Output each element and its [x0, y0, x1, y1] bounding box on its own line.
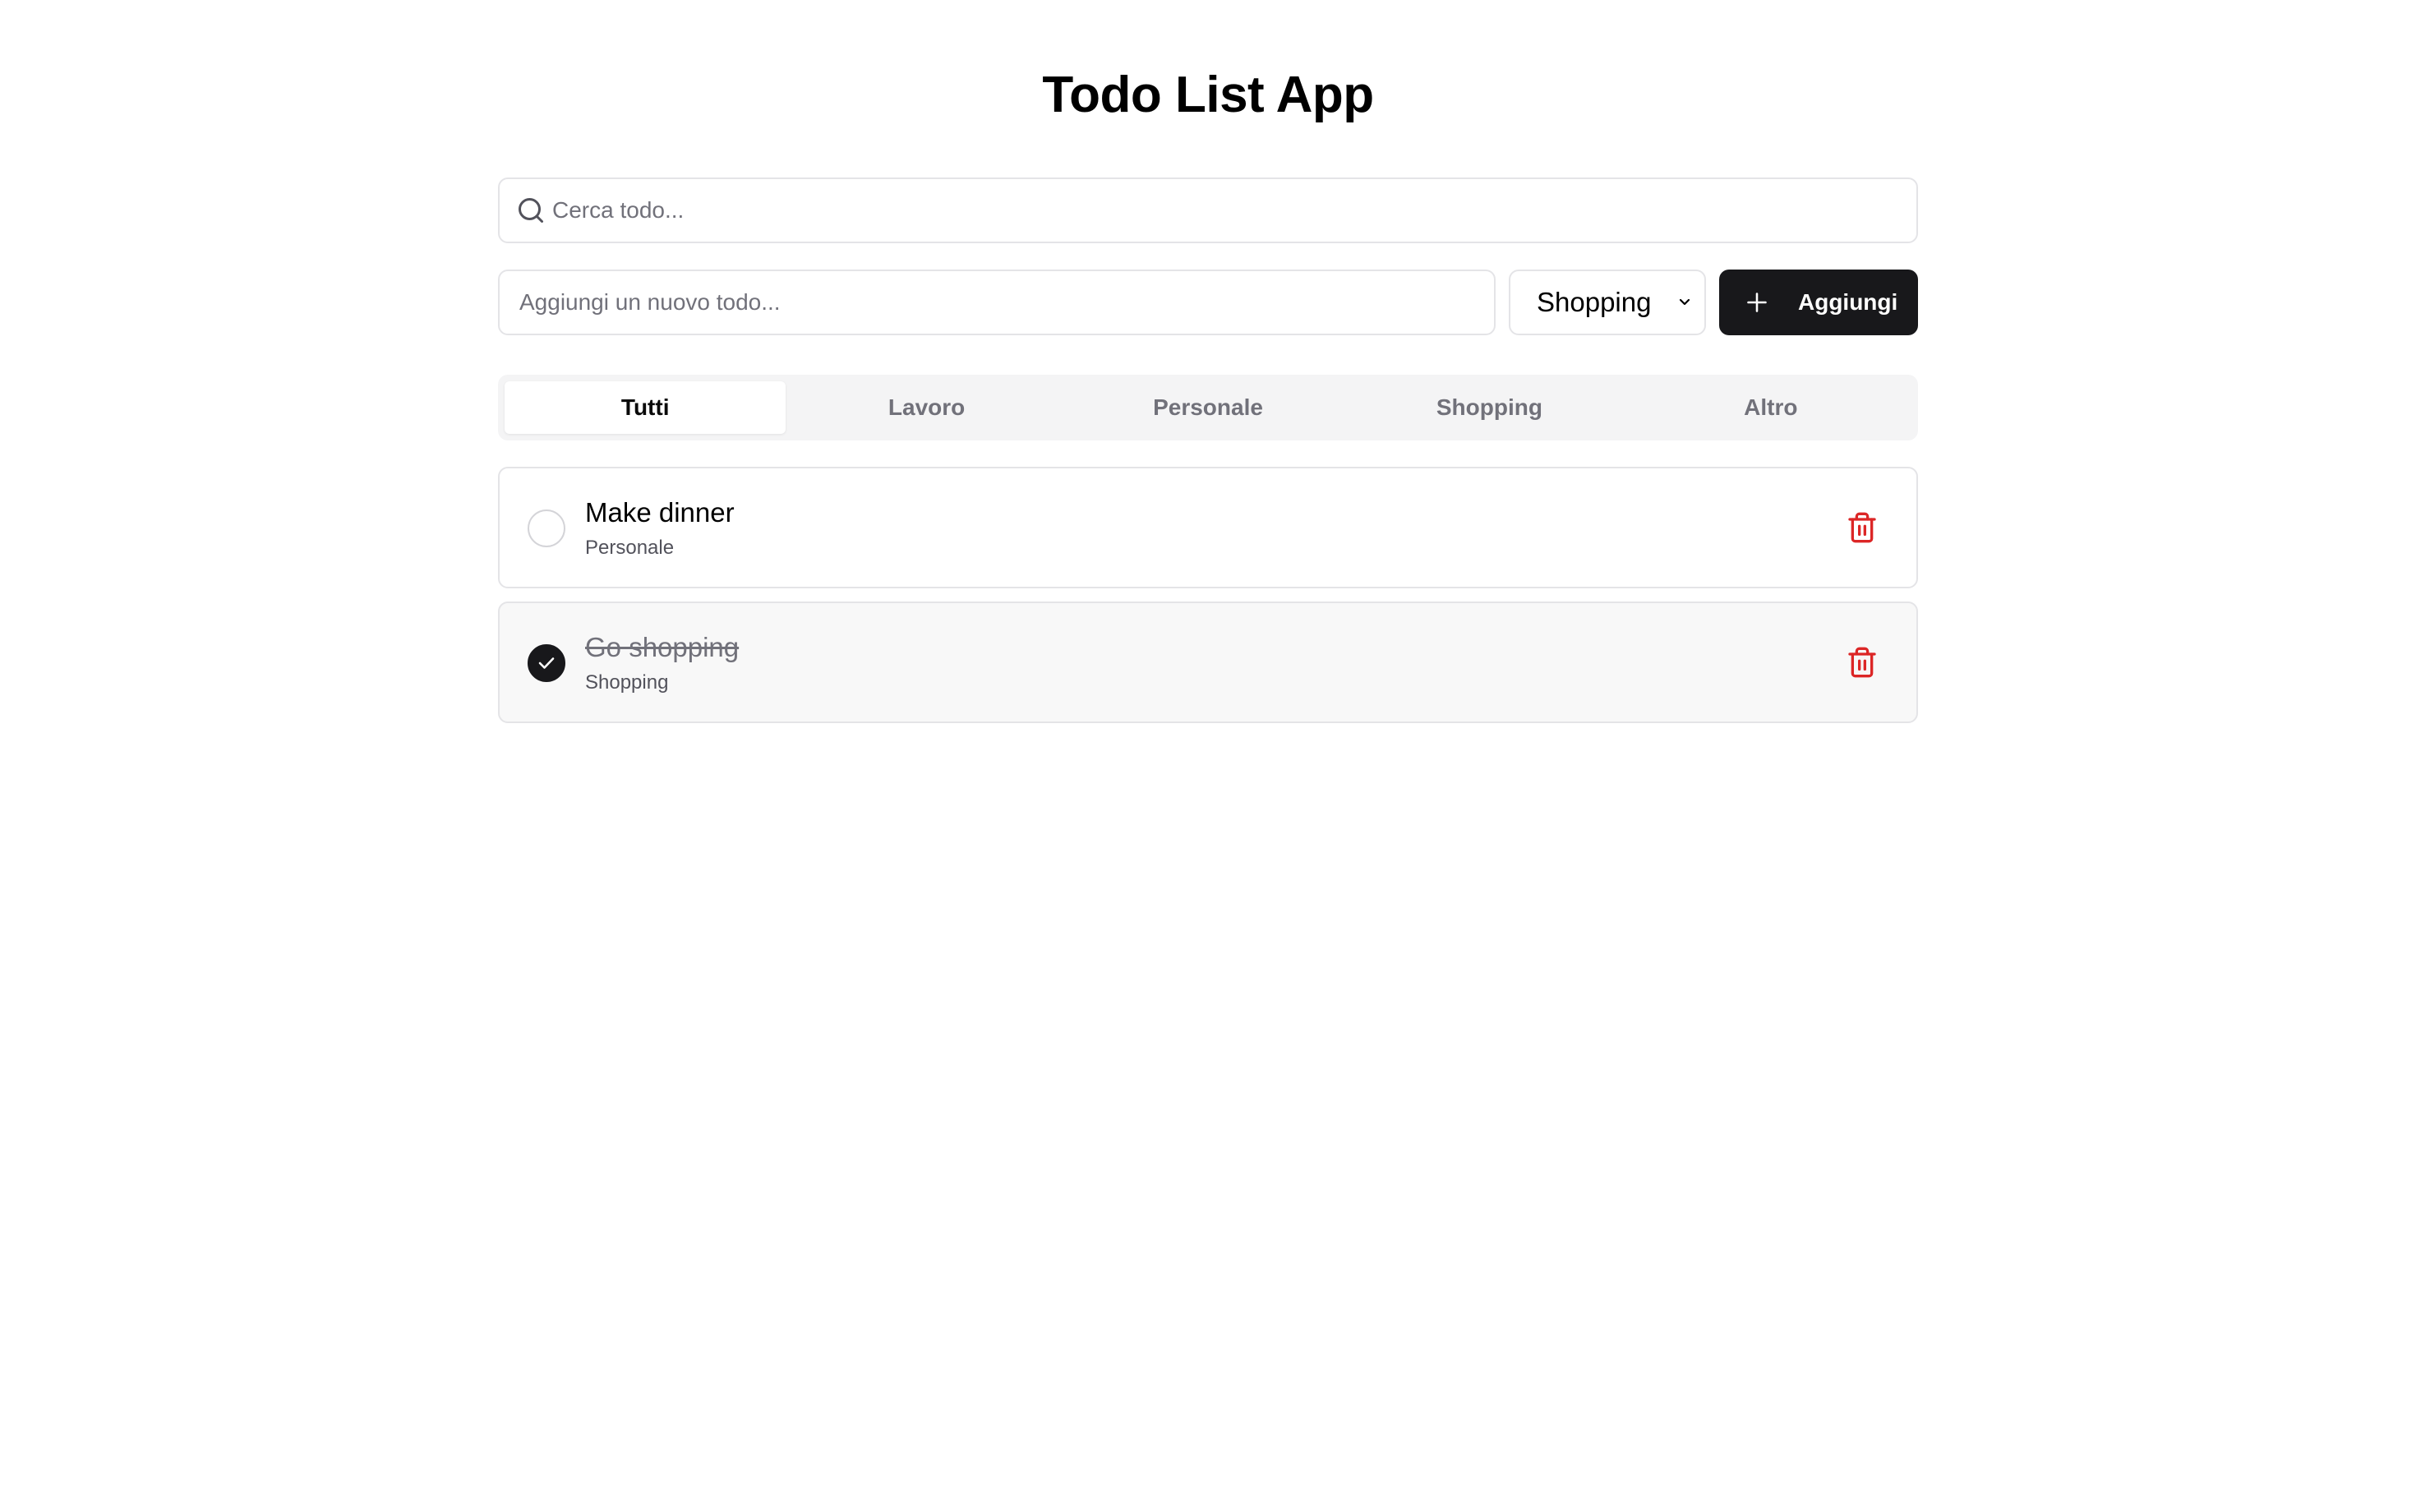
todo-category: Personale — [585, 537, 675, 559]
chevron-down-icon — [1679, 298, 1690, 306]
todo-item: Make dinner Personale — [498, 467, 1918, 588]
search-input[interactable] — [552, 179, 1900, 242]
tab-shopping[interactable]: Shopping — [1349, 381, 1630, 434]
category-tabs: Tutti Lavoro Personale Shopping Altro — [498, 375, 1918, 440]
category-select-value: Shopping — [1537, 287, 1652, 317]
category-select[interactable]: Shopping — [1509, 270, 1706, 335]
search-box[interactable] — [498, 177, 1918, 243]
todo-text: Go shopping — [585, 632, 740, 662]
tab-tutti[interactable]: Tutti — [505, 381, 786, 434]
add-button[interactable]: Aggiungi — [1719, 270, 1918, 335]
delete-button[interactable] — [1846, 511, 1879, 544]
add-todo-row: Shopping Aggiungi — [498, 270, 1918, 335]
tab-personale[interactable]: Personale — [1067, 381, 1349, 434]
todo-checkbox[interactable] — [528, 509, 565, 547]
delete-button[interactable] — [1846, 646, 1879, 679]
tab-lavoro[interactable]: Lavoro — [786, 381, 1067, 434]
page-title: Todo List App — [1042, 67, 1374, 123]
plus-icon — [1747, 293, 1767, 312]
trash-icon — [1848, 512, 1876, 543]
trash-icon — [1848, 647, 1876, 678]
todo-checkbox[interactable] — [528, 644, 565, 682]
todo-item: Go shopping Shopping — [498, 602, 1918, 723]
todo-list: Make dinner Personale Go shopping Shoppi… — [498, 467, 1918, 736]
check-icon — [538, 657, 555, 669]
add-button-label: Aggiungi — [1798, 289, 1898, 315]
page: Todo List App Shopping Aggiun — [0, 0, 2416, 1512]
tab-altro[interactable]: Altro — [1630, 381, 1911, 434]
new-todo-input[interactable] — [498, 270, 1496, 335]
todo-text: Make dinner — [585, 497, 735, 528]
search-icon — [519, 198, 543, 223]
todo-category: Shopping — [585, 671, 669, 694]
